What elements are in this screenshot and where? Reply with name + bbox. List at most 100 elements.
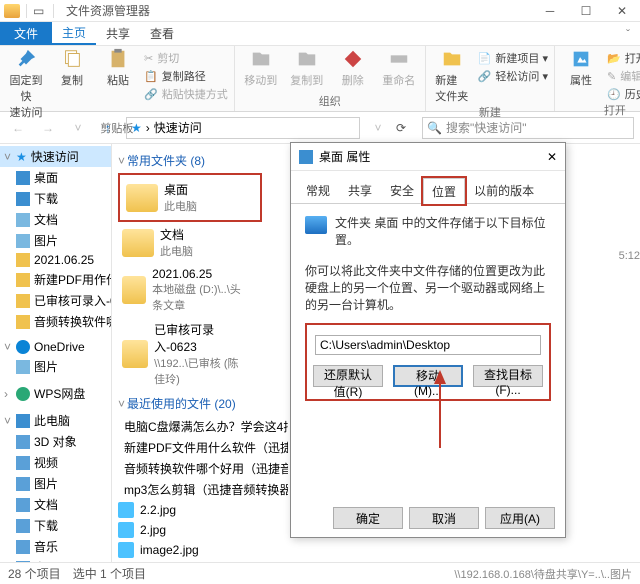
minimize-button[interactable]: ─	[532, 0, 568, 22]
file-row[interactable]: 电脑C盘爆满怎么办？学会这4招，轻…	[118, 416, 288, 437]
sidebar-item-desktop[interactable]: 桌面	[0, 167, 111, 188]
paste-icon	[107, 48, 129, 70]
breadcrumb[interactable]: ★ › 快速访问	[126, 117, 360, 139]
quick-access-icon: ★	[131, 121, 142, 135]
qat-props-icon[interactable]: ▭	[33, 4, 47, 18]
back-button[interactable]: ←	[6, 116, 30, 140]
dialog-tab-location[interactable]: 位置	[423, 178, 465, 204]
window-title: 文件资源管理器	[66, 2, 150, 19]
sidebar-item-pictures[interactable]: 图片	[0, 473, 111, 494]
sidebar-item-documents[interactable]: 文档	[0, 494, 111, 515]
delete-button[interactable]: 删除	[333, 48, 373, 88]
sidebar-item-pictures[interactable]: 图片	[0, 356, 111, 377]
sidebar-this-pc[interactable]: ˅此电脑	[0, 410, 111, 431]
find-target-button[interactable]: 查找目标(F)...	[473, 365, 543, 387]
tab-home[interactable]: 主页	[52, 22, 96, 45]
title-bar: ▭ 文件资源管理器 ─ ☐ ✕	[0, 0, 640, 22]
new-folder-icon	[441, 48, 463, 70]
sidebar-item-downloads[interactable]: 下载	[0, 188, 111, 209]
ok-button[interactable]: 确定	[333, 507, 403, 529]
folder-tile[interactable]: 桌面此电脑	[122, 177, 252, 218]
search-input[interactable]: 🔍 搜索"快速访问"	[422, 117, 634, 139]
move-button[interactable]: 移动(M)...	[393, 365, 463, 387]
dialog-icon	[299, 150, 313, 164]
tab-view[interactable]: 查看	[140, 22, 184, 45]
edit-button[interactable]: ✎ 编辑	[607, 68, 640, 84]
sidebar: ˅★ 快速访问 桌面 下载 文档 图片 2021.06.25 新建PDF用作什么…	[0, 144, 112, 568]
folder-tile[interactable]: 文档此电脑	[118, 222, 248, 263]
dialog-close-button[interactable]: ✕	[547, 150, 557, 164]
paste-shortcut-button[interactable]: 🔗 粘贴快捷方式	[144, 86, 228, 102]
cancel-button[interactable]: 取消	[409, 507, 479, 529]
forward-button[interactable]: →	[36, 116, 60, 140]
sidebar-item-folder[interactable]: 新建PDF用作什么	[0, 269, 111, 290]
sidebar-item-folder[interactable]: 音频转换软件哪个好	[0, 311, 111, 332]
sidebar-item-pictures[interactable]: 图片	[0, 230, 111, 251]
apply-button[interactable]: 应用(A)	[485, 507, 555, 529]
file-row[interactable]: 2.jpg	[118, 520, 288, 540]
sidebar-item-folder[interactable]: 2021.06.25	[0, 251, 111, 269]
file-row[interactable]: 音频转换软件哪个好用（迅捷音频转…	[118, 458, 288, 479]
file-row[interactable]: image2.jpg	[118, 540, 288, 560]
breadcrumb-item[interactable]: 快速访问	[154, 119, 202, 136]
paste-button[interactable]: 粘贴	[98, 48, 138, 88]
copy-to-button[interactable]: 复制到	[287, 48, 327, 88]
status-selection: 选中 1 个项目	[73, 565, 146, 582]
folder-icon	[305, 216, 327, 234]
ribbon-collapse-button[interactable]: ˇ	[616, 22, 640, 45]
dialog-title-bar[interactable]: 桌面 属性 ✕	[291, 143, 565, 171]
maximize-button[interactable]: ☐	[568, 0, 604, 22]
copy-button[interactable]: 复制	[52, 48, 92, 88]
annotation-highlight: 还原默认值(R) 移动(M)... 查找目标(F)...	[305, 323, 551, 401]
new-item-button[interactable]: 📄 新建项目 ▾	[478, 50, 548, 66]
delete-icon	[342, 48, 364, 70]
properties-icon	[570, 48, 592, 70]
folder-tile[interactable]: 已审核可录入-0623\\192..\已审核 (陈佳玲)	[118, 317, 248, 391]
tab-share[interactable]: 共享	[96, 22, 140, 45]
tab-file[interactable]: 文件	[0, 22, 52, 45]
refresh-button[interactable]: ⟳	[396, 121, 416, 135]
search-icon: 🔍	[427, 121, 442, 135]
sidebar-item-3dobjects[interactable]: 3D 对象	[0, 431, 111, 452]
open-button[interactable]: 📂 打开 ▾	[607, 50, 640, 66]
sidebar-wps[interactable]: ›WPS网盘	[0, 383, 111, 404]
pin-quick-access-button[interactable]: 固定到快 速访问	[6, 48, 46, 120]
copyto-icon	[296, 48, 318, 70]
address-bar: ← → ˅ ↑ ★ › 快速访问 ˅ ⟳ 🔍 搜索"快速访问"	[0, 112, 640, 144]
file-row[interactable]: mp3怎么剪辑（迅捷音频转换器）…	[118, 479, 288, 500]
sidebar-item-documents[interactable]: 文档	[0, 209, 111, 230]
file-row[interactable]: 2.2.jpg	[118, 500, 288, 520]
folder-icon	[126, 184, 158, 212]
sidebar-item-folder[interactable]: 已审核可录入-0	[0, 290, 111, 311]
move-to-button[interactable]: 移动到	[241, 48, 281, 88]
dialog-tab-sharing[interactable]: 共享	[339, 177, 381, 203]
dialog-tab-security[interactable]: 安全	[381, 177, 423, 203]
sidebar-onedrive[interactable]: ˅OneDrive	[0, 338, 111, 356]
sidebar-item-videos[interactable]: 视频	[0, 452, 111, 473]
dialog-title: 桌面 属性	[319, 148, 370, 165]
properties-dialog: 桌面 属性 ✕ 常规 共享 安全 位置 以前的版本 文件夹 桌面 中的文件存储于…	[290, 142, 566, 538]
cut-button[interactable]: ✂ 剪切	[144, 50, 228, 66]
file-row[interactable]: 新建PDF文件用什么软件（迅捷PDF…	[118, 437, 288, 458]
sidebar-item-music[interactable]: 音乐	[0, 536, 111, 557]
dialog-tab-general[interactable]: 常规	[297, 177, 339, 203]
history-button[interactable]: 🕘 历史记录	[607, 86, 640, 102]
easy-access-button[interactable]: 🔗 轻松访问 ▾	[478, 68, 548, 84]
dropdown-button[interactable]: ˅	[366, 116, 390, 140]
rename-button[interactable]: 重命名	[379, 48, 419, 88]
ribbon: 固定到快 速访问 复制 粘贴 ✂ 剪切 📋 复制路径 🔗 粘贴快捷方式 剪贴板 …	[0, 46, 640, 112]
recent-dropdown[interactable]: ˅	[66, 116, 90, 140]
copy-path-button[interactable]: 📋 复制路径	[144, 68, 228, 84]
pin-icon	[15, 48, 37, 70]
folder-tile[interactable]: 2021.06.25本地磁盘 (D:)\..\头条文章	[118, 263, 248, 317]
new-folder-button[interactable]: 新建 文件夹	[432, 48, 472, 104]
dialog-note: 你可以将此文件夹中文件存储的位置更改为此硬盘上的另一个位置、另一个驱动器或网络上…	[305, 262, 551, 313]
location-path-input[interactable]	[315, 335, 541, 355]
dialog-tab-previous[interactable]: 以前的版本	[465, 177, 543, 203]
properties-button[interactable]: 属性	[561, 48, 601, 88]
restore-default-button[interactable]: 还原默认值(R)	[313, 365, 383, 387]
sidebar-item-downloads[interactable]: 下载	[0, 515, 111, 536]
close-button[interactable]: ✕	[604, 0, 640, 22]
sidebar-quick-access[interactable]: ˅★ 快速访问	[0, 146, 111, 167]
up-button[interactable]: ↑	[96, 116, 120, 140]
